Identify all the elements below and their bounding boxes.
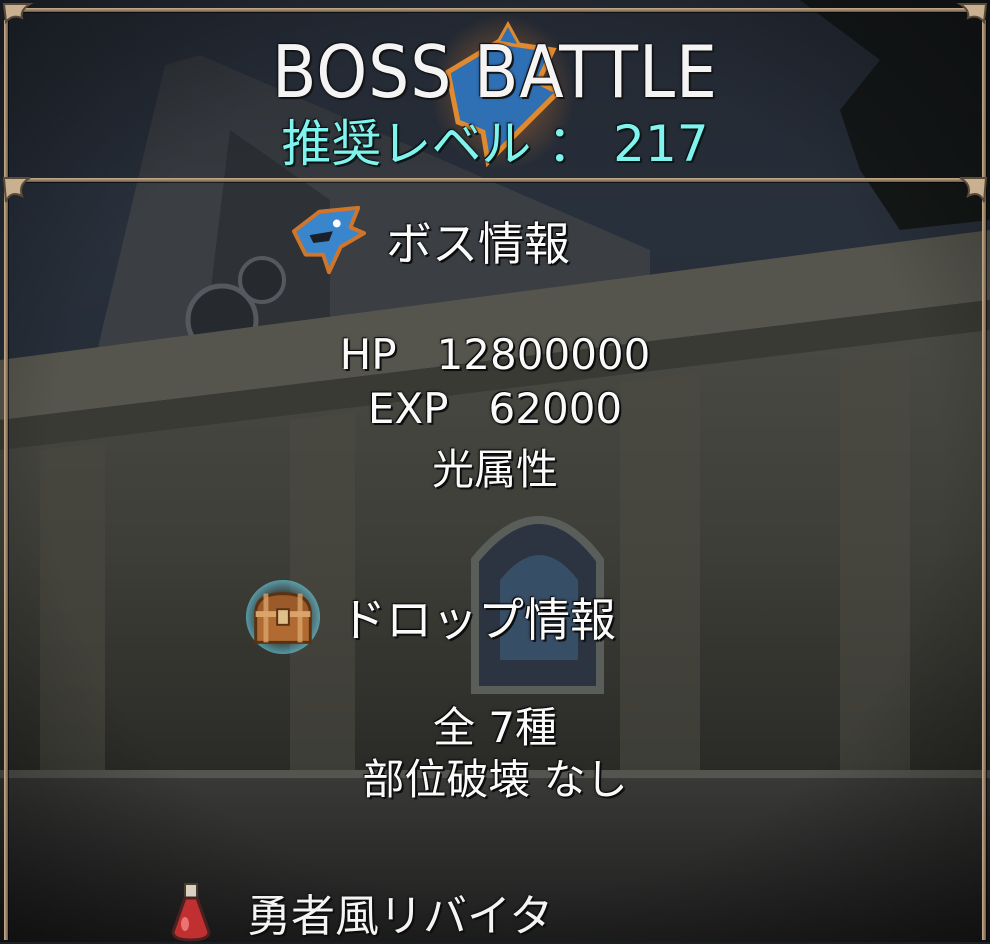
boss-battle-title: BOSS BATTLE [272, 30, 718, 114]
part-break-status: 部位破壊 なし [362, 755, 628, 804]
frame-corner-ornament-mid-right [959, 177, 988, 203]
frame-corner-ornament-mid-left [2, 177, 31, 203]
drop-item-name: 勇者風リバイタ [247, 891, 554, 942]
potion-flask-icon [171, 883, 211, 942]
drop-list-item[interactable]: 勇者風リバイタ [165, 880, 553, 944]
boss-info-heading: ボス情報 [290, 202, 570, 280]
header-divider [20, 178, 970, 182]
blue-dragon-head-icon [291, 205, 367, 275]
drop-info-label: ドロップ情報 [340, 593, 616, 647]
boss-hp: HP 12800000 [339, 330, 651, 379]
recommended-level: 推奨レベル ： 217 [281, 115, 709, 173]
boss-element: 光属性 [431, 445, 558, 494]
drop-info-heading: ドロップ情報 [244, 578, 616, 656]
boss-exp: EXP 62000 [367, 384, 623, 433]
boss-info-label: ボス情報 [386, 217, 570, 271]
treasure-chest-icon [245, 579, 321, 655]
